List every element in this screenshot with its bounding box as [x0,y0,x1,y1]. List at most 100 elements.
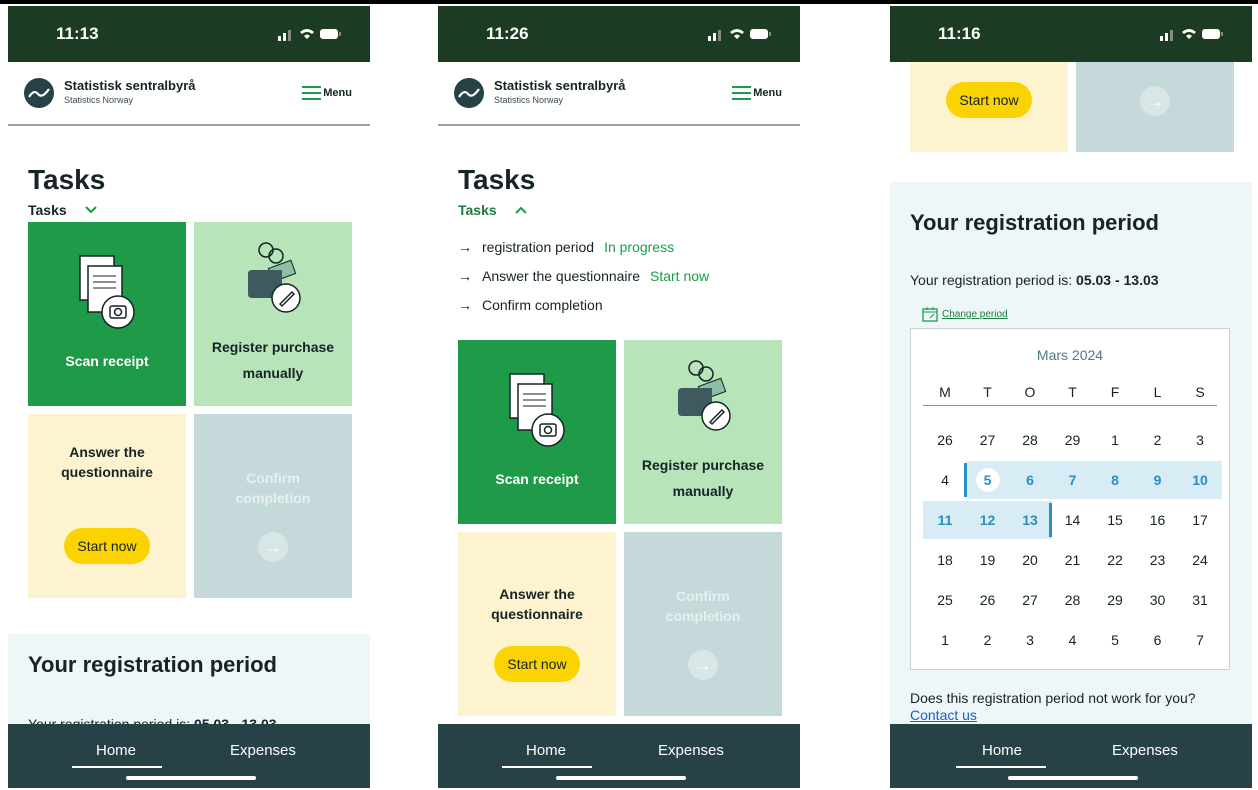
calendar-day[interactable]: 26 [966,581,1010,619]
nav-home[interactable]: Home [982,742,1022,759]
page-title: Tasks [458,164,536,195]
calendar-day-selected[interactable]: 7 [1050,461,1095,499]
start-now-button[interactable]: Start now [946,82,1032,118]
calendar-day-selected[interactable]: 12 [965,501,1010,539]
status-time: 11:16 [938,24,981,43]
tasks-toggle[interactable]: Tasks [458,202,527,218]
calendar-day[interactable]: 1 [1093,421,1137,459]
calendar-day[interactable]: 7 [1178,621,1222,659]
register-purchase-label-2: manually [672,483,734,499]
calendar-day[interactable]: 15 [1093,501,1137,539]
calendar-day-selected[interactable]: 13 [1008,501,1052,539]
arrow-right-icon: → [458,238,472,255]
scan-receipt-tile[interactable]: Scan receipt [28,222,186,406]
calendar-day-selected[interactable]: 11 [923,501,967,539]
calendar-day[interactable]: 28 [1008,421,1052,459]
calendar-day[interactable]: 28 [1051,581,1095,619]
calendar-day-selected[interactable]: 8 [1093,461,1137,499]
arrow-right-icon: → [1140,86,1170,116]
calendar-day[interactable]: 16 [1136,501,1180,539]
step-registration-period[interactable]: → registration period In progress [458,232,709,261]
nav-home[interactable]: Home [96,742,136,759]
home-indicator [1008,776,1138,780]
confirm-completion-tile: Confirm completion → [194,414,352,598]
status-bar: 11:13 [8,6,370,62]
contact-us-link[interactable]: Contact us [910,707,977,723]
home-indicator [556,776,686,780]
top-divider [0,0,1258,4]
status-time: 11:13 [56,24,99,43]
step-label: Answer the questionnaire [482,267,640,284]
calendar-day-selected[interactable]: 10 [1178,461,1222,499]
menu-button[interactable]: Menu [302,86,352,100]
calendar-day[interactable]: 2 [966,621,1010,659]
signal-wifi-battery-icon [1160,26,1224,42]
calendar-day[interactable]: 19 [966,541,1010,579]
calendar-day[interactable]: 22 [1093,541,1137,579]
step-status: In progress [604,238,675,255]
register-purchase-tile[interactable]: Register purchase manually [624,340,782,524]
calendar-day[interactable]: 14 [1051,501,1095,539]
calendar-day-selected[interactable]: 5 [965,461,1010,499]
scan-receipt-tile[interactable]: Scan receipt [458,340,616,524]
calendar-day-selected[interactable]: 9 [1135,461,1180,499]
start-now-button[interactable]: Start now [64,528,150,564]
registration-text: Your registration period is: 05.03 - 13.… [910,272,1159,288]
calendar-edit-icon [922,306,938,322]
scan-receipt-label: Scan receipt [495,471,579,487]
calendar-day[interactable]: 3 [1008,621,1052,659]
phone-screen-1: 11:13 Statistisk sentralbyrå Statistics … [8,6,370,788]
calendar-day[interactable]: 2 [1136,421,1180,459]
page-title: Tasks [28,164,106,195]
scrolled-tiles-area: Start now → [890,62,1252,182]
calendar-day[interactable]: 4 [1051,621,1095,659]
calendar-day[interactable]: 24 [1178,541,1222,579]
calendar-day[interactable]: 27 [1008,581,1052,619]
nav-expenses[interactable]: Expenses [658,742,724,759]
calendar-day[interactable]: 30 [1136,581,1180,619]
start-now-button[interactable]: Start now [494,646,580,682]
nav-expenses[interactable]: Expenses [1112,742,1178,759]
calendar-day[interactable]: 23 [1136,541,1180,579]
ssb-logo-icon[interactable] [454,78,484,108]
nav-home[interactable]: Home [526,742,566,759]
ssb-logo-icon[interactable] [24,78,54,108]
calendar-day[interactable]: 20 [1008,541,1052,579]
scan-receipt-label: Scan receipt [65,353,149,369]
calendar-day[interactable]: 31 [1178,581,1222,619]
home-indicator [126,776,256,780]
calendar-day[interactable]: 26 [923,421,967,459]
calendar-day-selected[interactable]: 6 [1008,461,1052,499]
nav-expenses[interactable]: Expenses [230,742,296,759]
menu-label: Menu [753,87,782,99]
calendar-day[interactable]: 17 [1178,501,1222,539]
calendar-day[interactable]: 5 [1093,621,1137,659]
calendar-day[interactable]: 4 [923,461,967,499]
calendar-day[interactable]: 3 [1178,421,1222,459]
menu-label: Menu [323,87,352,99]
answer-label-2: questionnaire [491,606,583,622]
calendar-day[interactable]: 1 [923,621,967,659]
register-purchase-tile[interactable]: Register purchase manually [194,222,352,406]
step-confirm-completion[interactable]: → Confirm completion [458,290,709,319]
tasks-toggle[interactable]: Tasks [28,202,97,218]
step-status: Start now [650,267,710,284]
calendar-day[interactable]: 18 [923,541,967,579]
calendar-day[interactable]: 27 [966,421,1010,459]
confirm-completion-tile: → [1076,62,1234,152]
signal-wifi-battery-icon [708,26,772,42]
hamburger-icon [732,86,752,100]
step-answer-questionnaire[interactable]: → Answer the questionnaire Start now [458,261,709,290]
calendar-day[interactable]: 6 [1136,621,1180,659]
register-purchase-label-2: manually [242,365,304,381]
calendar-day[interactable]: 29 [1051,421,1095,459]
change-period-link[interactable]: Change period [922,306,1008,322]
calendar-day[interactable]: 29 [1093,581,1137,619]
calendar-day[interactable]: 21 [1051,541,1095,579]
status-bar: 11:16 [890,6,1252,62]
arrow-right-icon: → [688,650,718,680]
answer-label-1: Answer the [69,444,145,460]
calendar-day[interactable]: 25 [923,581,967,619]
menu-button[interactable]: Menu [732,86,782,100]
app-header: Statistisk sentralbyrå Statistics Norway… [8,62,370,126]
